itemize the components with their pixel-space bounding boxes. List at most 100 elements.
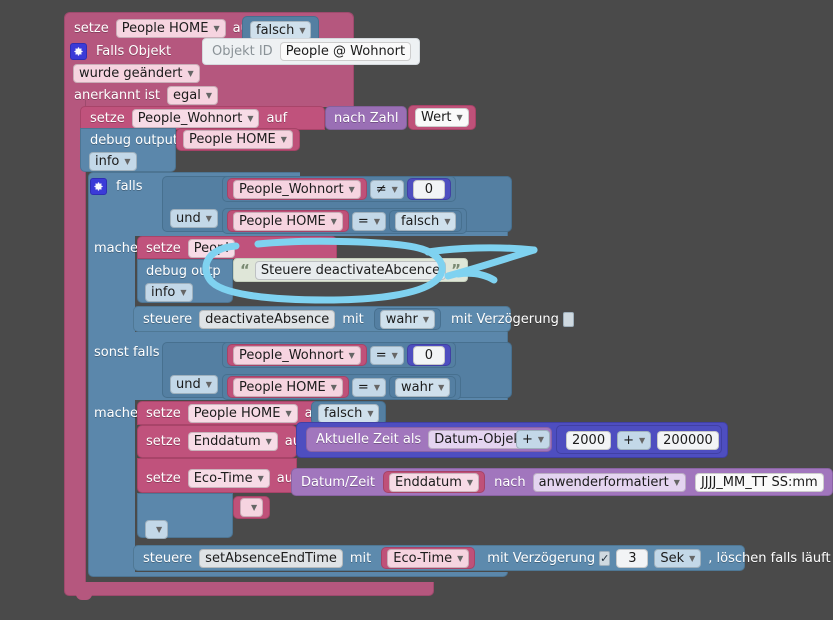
else-set-ecotime-row[interactable]: setze Eco-Time ▼ auf [142,468,302,488]
else-control-value-dropdown[interactable]: Eco-Time ▼ [387,548,470,568]
objekt-id-block[interactable]: Objekt ID People @ Wohnort [202,38,421,65]
cond4-left-dropdown[interactable]: People HOME ▼ [233,377,343,397]
then-set-row[interactable]: setze Peopl [142,239,238,258]
changed-dropdown[interactable]: wurde geändert ▼ [73,63,200,83]
cond3-left-dropdown[interactable]: People_Wohnort ▼ [233,345,361,365]
debug-value-dropdown-1[interactable]: People HOME ▼ [183,130,293,149]
bool-block-1[interactable]: falsch ▼ [388,210,463,232]
cond4-right-dropdown[interactable]: wahr ▼ [394,377,451,397]
else-debug-row[interactable] [142,497,150,516]
else-set-enddatum-variable-dropdown[interactable]: Enddatum ▼ [187,431,278,451]
and-dropdown-2[interactable]: und ▼ [170,374,218,394]
then-control-value-dropdown[interactable]: wahr ▼ [379,309,436,329]
else-set-ecotime-variable-dropdown[interactable]: Eco-Time ▼ [187,468,270,488]
bool-block-2[interactable]: wahr ▼ [388,376,457,398]
then-set-variable-dropdown[interactable]: Peopl [187,239,235,258]
datetime-pattern-field[interactable]: JJJJ_MM_TT SS:mm [694,472,824,492]
arithmetic-op1-row[interactable]: + ▼ [513,430,553,449]
then-debug-text-field[interactable]: Steuere deactivateAbcence [254,260,447,280]
trigger-set-variable-dropdown[interactable]: People HOME ▼ [115,18,226,38]
then-delay-checkbox[interactable]: ✓ [562,311,575,327]
debug-value-block-1[interactable]: People HOME ▼ [176,128,300,151]
var-block-2[interactable]: People HOME ▼ [227,210,349,232]
datetime-format-block[interactable]: Datum/Zeit Enddatum ▼ nach anwenderformat… [291,468,833,496]
debug-output-row-1[interactable]: debug output [86,131,182,150]
cond4-operator: = [357,379,369,395]
convert-to-number-block[interactable]: nach Zahl [325,106,408,130]
comparison-block-1[interactable]: People_Wohnort ▼ ≠ ▼ 0 [222,176,456,202]
else-set-home-value-dropdown[interactable]: falsch ▼ [318,403,380,423]
setze-label: setze [90,111,125,126]
gear-icon[interactable] [70,42,87,60]
comparison-block-3[interactable]: People_Wohnort ▼ = ▼ 0 [222,342,456,368]
objekt-id-field[interactable]: People @ Wohnort [279,42,412,61]
then-debug-severity-dropdown[interactable]: info ▼ [145,283,193,302]
changed-row[interactable]: wurde geändert ▼ [70,63,203,83]
var-block-1[interactable]: People_Wohnort ▼ [227,178,367,200]
else-control-value-block[interactable]: Eco-Time ▼ [381,547,476,569]
ack-dropdown[interactable]: egal ▼ [167,85,218,105]
then-debug-text-block[interactable]: “ Steuere deactivateAbcence ” [233,258,468,282]
cond2-operator-dropdown[interactable]: = ▼ [351,211,386,231]
set-wohnort-row[interactable]: setze People_Wohnort ▼ auf [86,109,291,128]
cond1-right-field[interactable]: 0 [412,179,445,199]
else-set-home-row[interactable]: setze People HOME▼ auf [142,404,329,423]
cond1-operator-dropdown[interactable]: ≠ ▼ [369,179,404,199]
and-operator-row-1[interactable]: und ▼ [167,208,221,228]
else-control-target-field[interactable]: setAbsenceEndTime [199,548,343,568]
else-debug-value-block[interactable]: ▼ [233,496,271,519]
var-block-4[interactable]: People HOME ▼ [227,376,349,398]
cond1-left-dropdown[interactable]: People_Wohnort ▼ [233,179,361,199]
wert-dropdown[interactable]: Wert ▼ [415,108,469,127]
trigger-set-row[interactable]: setze People HOME▼ auf [70,17,257,39]
then-debug-row[interactable]: debug outp [142,262,225,281]
debug-severity-row-1[interactable]: info ▼ [86,152,140,171]
ack-value: egal [173,87,201,103]
then-control-target-field[interactable]: deactivateAbsence [199,309,336,329]
else-debug-severity-dropdown[interactable]: ▼ [145,520,169,539]
comparison-block-4[interactable]: People HOME ▼ = ▼ wahr ▼ [222,374,462,400]
else-set-home-variable-dropdown[interactable]: People HOME ▼ [187,404,298,423]
arithmetic-op2-dropdown[interactable]: + ▼ [617,430,652,450]
else-debug-value-dropdown[interactable]: ▼ [240,498,264,517]
else-debug-severity-row[interactable]: ▼ [142,520,171,539]
wert-block[interactable]: Wert ▼ [408,105,476,130]
if-header-row[interactable]: falls [90,176,147,196]
else-set-enddatum-row[interactable]: setze Enddatum▼ auf [142,431,310,451]
trigger-set-variable-value: People HOME [121,20,209,36]
then-debug-severity-row[interactable]: info ▼ [142,283,196,302]
cond2-left-dropdown[interactable]: People HOME ▼ [233,211,343,231]
var-block-3[interactable]: People_Wohnort ▼ [227,344,367,366]
datetime-source-dropdown[interactable]: Enddatum ▼ [388,472,480,492]
set-wohnort-variable-dropdown[interactable]: People_Wohnort ▼ [131,109,260,128]
number-block-1[interactable]: 0 [406,178,451,200]
else-delay-amount-field[interactable]: 3 [616,548,649,568]
arithmetic-op1-dropdown[interactable]: + ▼ [516,430,551,449]
number-block-2[interactable]: 0 [406,344,451,366]
comparison-block-2[interactable]: People HOME ▼ = ▼ falsch ▼ [222,208,468,234]
blockly-canvas[interactable]: setze People HOME ▼ auf falsch ▼ Falls Obj… [0,0,833,620]
datetime-source-block[interactable]: Enddatum ▼ [382,471,486,493]
then-control-value-block[interactable]: wahr ▼ [373,308,442,330]
gear-icon[interactable] [90,177,107,195]
arithmetic-num2-field[interactable]: 200000 [657,430,719,450]
ack-row[interactable]: anerkannt ist egal ▼ [70,85,221,105]
and-operator-row-2[interactable]: und ▼ [167,374,221,394]
convert-label: nach Zahl [334,110,399,126]
cond3-right-field[interactable]: 0 [412,345,445,365]
arithmetic-inner-row[interactable]: 2000 + ▼ 200000 [563,430,722,450]
then-delay-label: mit Verzögerung [451,311,559,327]
then-control-block[interactable]: steuere deactivateAbsence mit wahr ▼ mit … [133,306,575,332]
setze-label: setze [146,406,181,421]
arithmetic-num1-field[interactable]: 2000 [566,430,612,450]
cond3-operator-dropdown[interactable]: = ▼ [369,345,404,365]
falls-objekt-row[interactable]: Falls Objekt [70,41,175,61]
datetime-mode-dropdown[interactable]: anwenderformatiert ▼ [532,472,686,492]
else-control-block[interactable]: steuere setAbsenceEndTime mit Eco-Time ▼ … [133,545,831,571]
cond2-right-dropdown[interactable]: falsch ▼ [394,211,457,231]
else-delay-checkbox[interactable]: ✓ [599,550,611,566]
debug-severity-dropdown-1[interactable]: info ▼ [89,152,137,171]
and-dropdown-1[interactable]: und ▼ [170,208,218,228]
cond4-operator-dropdown[interactable]: = ▼ [351,377,386,397]
else-delay-unit-dropdown[interactable]: Sek ▼ [654,548,702,568]
